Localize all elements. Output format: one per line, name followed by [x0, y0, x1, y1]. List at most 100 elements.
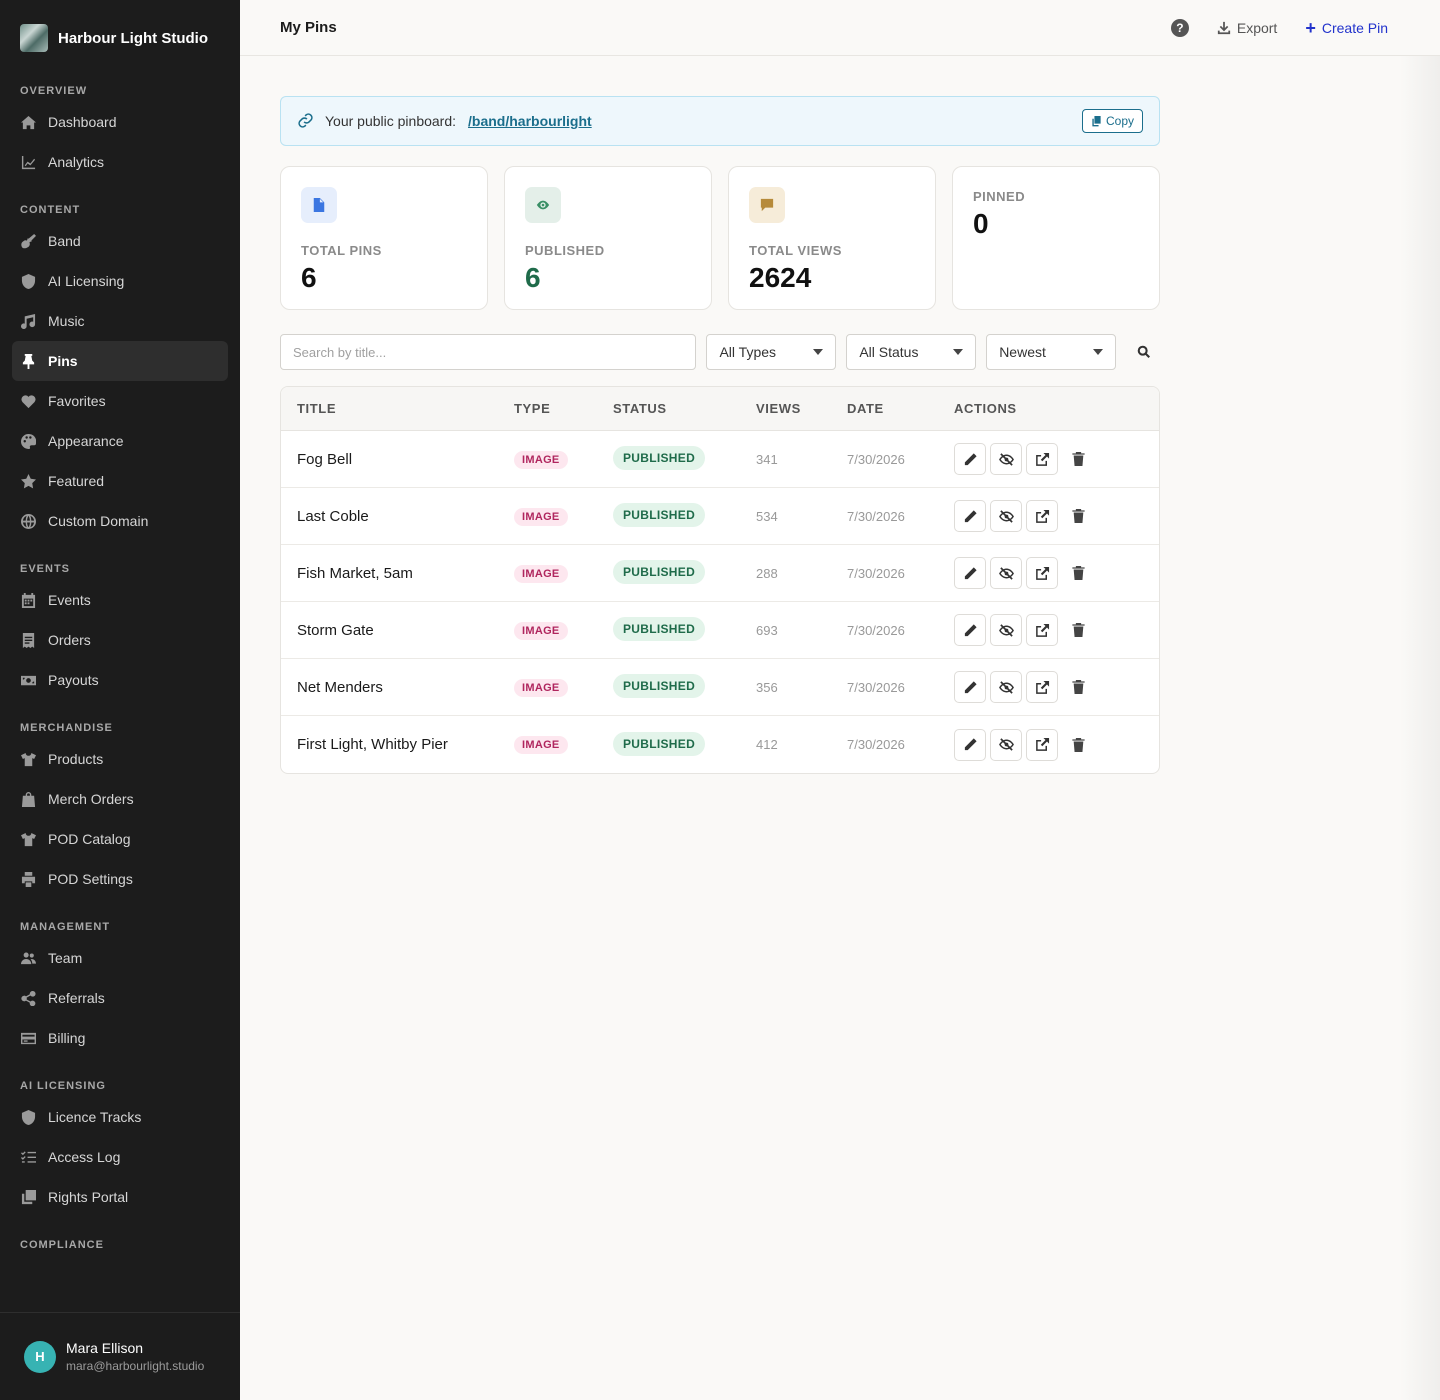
- sidebar-item-merch-orders[interactable]: Merch Orders: [12, 779, 228, 819]
- guitar-icon: [20, 233, 36, 249]
- edit-button[interactable]: [954, 557, 986, 589]
- edit-button[interactable]: [954, 500, 986, 532]
- user-card[interactable]: H Mara Ellison mara@harbourlight.studio: [0, 1312, 240, 1400]
- stat-value: 2624: [749, 262, 812, 293]
- sidebar-item-music[interactable]: Music: [12, 301, 228, 341]
- sidebar-item-referrals[interactable]: Referrals: [12, 978, 228, 1018]
- sidebar-item-rights-portal[interactable]: Rights Portal: [12, 1177, 228, 1217]
- views-cell: 534: [756, 508, 778, 524]
- heart-icon: [20, 394, 36, 408]
- brand[interactable]: Harbour Light Studio: [0, 0, 240, 76]
- copy-icon: [20, 1189, 36, 1205]
- table-row[interactable]: Net Menders IMAGE PUBLISHED 356 7/30/2026: [281, 659, 1159, 716]
- column-header-title[interactable]: TITLE: [281, 401, 514, 416]
- hide-button[interactable]: [990, 728, 1022, 761]
- external-link-icon: [1035, 623, 1049, 637]
- delete-button[interactable]: [1062, 614, 1094, 646]
- open-button[interactable]: [1026, 728, 1058, 761]
- sidebar-item-dashboard[interactable]: Dashboard: [12, 102, 228, 142]
- sidebar-item-appearance[interactable]: Appearance: [12, 421, 228, 461]
- sidebar-item-orders[interactable]: Orders: [12, 620, 228, 660]
- pin-title[interactable]: Net Menders: [281, 679, 514, 696]
- sidebar-item-team[interactable]: Team: [12, 938, 228, 978]
- pin-title[interactable]: Storm Gate: [281, 622, 514, 639]
- sidebar-item-payouts[interactable]: Payouts: [12, 660, 228, 700]
- search-button[interactable]: [1128, 334, 1160, 370]
- open-button[interactable]: [1026, 614, 1058, 646]
- table-row[interactable]: Last Coble IMAGE PUBLISHED 534 7/30/2026: [281, 488, 1159, 545]
- tshirt-icon: [20, 831, 36, 847]
- stat-icon-box: [525, 187, 561, 223]
- table-row[interactable]: Fog Bell IMAGE PUBLISHED 341 7/30/2026: [281, 431, 1159, 488]
- sidebar-item-pod-catalog[interactable]: POD Catalog: [12, 819, 228, 859]
- pin-title[interactable]: Fog Bell: [281, 451, 514, 468]
- money-icon: [20, 675, 36, 685]
- pin-title[interactable]: Last Coble: [281, 508, 514, 525]
- views-cell: 288: [756, 565, 778, 581]
- delete-button[interactable]: [1062, 557, 1094, 589]
- status-cell: PUBLISHED: [613, 560, 756, 584]
- sidebar-item-featured[interactable]: Featured: [12, 461, 228, 501]
- edit-button[interactable]: [954, 443, 986, 475]
- sidebar-item-billing[interactable]: Billing: [12, 1018, 228, 1058]
- shield-icon: [20, 1109, 36, 1125]
- sidebar-item-access-log[interactable]: Access Log: [12, 1137, 228, 1177]
- delete-button[interactable]: [1062, 671, 1094, 703]
- sidebar-item-band[interactable]: Band: [12, 221, 228, 261]
- open-button[interactable]: [1026, 443, 1058, 475]
- help-icon[interactable]: ?: [1170, 18, 1189, 37]
- column-header-views[interactable]: VIEWS: [756, 401, 847, 416]
- hide-button[interactable]: [990, 443, 1022, 475]
- hide-button[interactable]: [990, 500, 1022, 532]
- delete-button[interactable]: [1062, 729, 1094, 761]
- sidebar-item-analytics[interactable]: Analytics: [12, 142, 228, 182]
- hide-button[interactable]: [990, 614, 1022, 646]
- export-button[interactable]: Export: [1217, 20, 1277, 36]
- create-pin-button[interactable]: + Create Pin: [1305, 17, 1388, 38]
- column-header-status[interactable]: STATUS: [613, 401, 756, 416]
- actions-cell: [954, 443, 1154, 475]
- status-cell: PUBLISHED: [613, 731, 756, 756]
- table-row[interactable]: Storm Gate IMAGE PUBLISHED 693 7/30/2026: [281, 602, 1159, 659]
- search-input[interactable]: [280, 334, 697, 370]
- column-header-type[interactable]: TYPE: [514, 401, 613, 416]
- edit-button[interactable]: [954, 728, 986, 761]
- pin-title[interactable]: Fish Market, 5am: [281, 565, 514, 582]
- table-row[interactable]: First Light, Whitby Pier IMAGE PUBLISHED 41…: [281, 716, 1159, 773]
- sidebar-item-products[interactable]: Products: [12, 739, 228, 779]
- money-icon: [20, 672, 36, 688]
- shield-icon: [20, 273, 36, 289]
- sidebar-item-events[interactable]: Events: [12, 580, 228, 620]
- hide-button[interactable]: [990, 671, 1022, 703]
- status-filter-select[interactable]: All Status: [846, 334, 977, 370]
- sidebar-item-licence-tracks[interactable]: Licence Tracks: [12, 1097, 228, 1137]
- sidebar-item-ai-licensing[interactable]: AI Licensing: [12, 261, 228, 301]
- user-name: Mara Ellison: [66, 1340, 144, 1356]
- table-row[interactable]: Fish Market, 5am IMAGE PUBLISHED 288 7/30/20…: [281, 545, 1159, 602]
- open-button[interactable]: [1026, 557, 1058, 589]
- copy-button[interactable]: Copy: [1081, 109, 1143, 133]
- delete-button[interactable]: [1062, 443, 1094, 475]
- printer-icon: [20, 871, 36, 887]
- type-filter-select[interactable]: All Types: [706, 334, 837, 370]
- pinboard-link[interactable]: /band/harbourlight: [468, 113, 592, 129]
- chart-line-icon: [21, 155, 35, 169]
- sidebar-item-pod-settings[interactable]: POD Settings: [12, 859, 228, 899]
- sort-select[interactable]: Newest: [986, 334, 1117, 370]
- sidebar-item-label: Merch Orders: [48, 791, 134, 807]
- open-button[interactable]: [1026, 500, 1058, 532]
- hide-button[interactable]: [990, 557, 1022, 589]
- open-button[interactable]: [1026, 671, 1058, 703]
- pin-title[interactable]: First Light, Whitby Pier: [281, 736, 514, 753]
- actions-cell: [954, 671, 1154, 703]
- plus-icon: +: [1305, 17, 1316, 38]
- sidebar-item-favorites[interactable]: Favorites: [12, 381, 228, 421]
- type-badge: IMAGE: [514, 736, 568, 754]
- sidebar-item-label: Billing: [48, 1030, 86, 1046]
- sidebar-item-custom-domain[interactable]: Custom Domain: [12, 501, 228, 541]
- column-header-date[interactable]: DATE: [847, 401, 954, 416]
- sidebar-item-pins[interactable]: Pins: [12, 341, 228, 381]
- edit-button[interactable]: [954, 614, 986, 646]
- edit-button[interactable]: [954, 671, 986, 703]
- delete-button[interactable]: [1062, 500, 1094, 532]
